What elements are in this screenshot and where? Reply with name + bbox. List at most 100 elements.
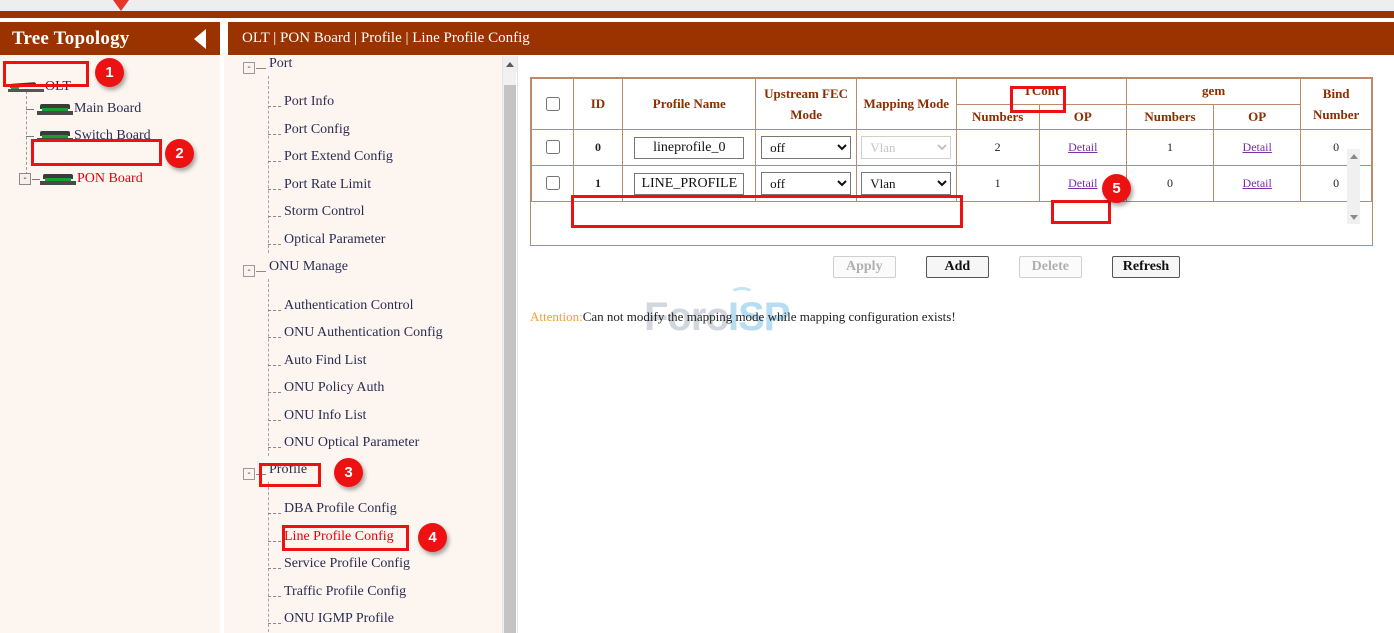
line-profile-table: ID Profile Name Upstream FEC Mode Mappin…	[531, 78, 1372, 202]
row-profile-name-cell	[623, 130, 756, 166]
menu-connector	[268, 134, 281, 135]
breadcrumb: OLT | PON Board | Profile | Line Profile…	[242, 30, 530, 47]
refresh-button[interactable]: Refresh	[1112, 256, 1180, 278]
menu-item-onu-optical-parameter[interactable]: ONU Optical Parameter	[284, 435, 419, 451]
menu-scroll-up-button[interactable]	[503, 56, 517, 72]
tree-item-label: Main Board	[74, 101, 141, 117]
menu-expander-profile[interactable]: -	[243, 468, 255, 480]
menu-connector	[268, 513, 281, 514]
tree-topology-body: OLT Main Board Switch Board -	[0, 55, 220, 633]
menu-item-storm-control[interactable]: Storm Control	[284, 204, 365, 220]
table-scrollbar[interactable]	[1347, 149, 1360, 224]
tree-item-olt[interactable]: OLT	[8, 77, 71, 97]
upstream-fec-line1: Upstream FEC	[764, 86, 848, 101]
triangle-left-icon[interactable]	[194, 29, 206, 49]
menu-scrollbar[interactable]	[502, 56, 516, 633]
row-tcont-op-cell: Detail	[1039, 130, 1126, 166]
menu-connector	[268, 392, 281, 393]
red-arrow-down-icon	[113, 0, 129, 11]
menu-group-profile[interactable]: Profile	[269, 462, 307, 478]
tcont-detail-link[interactable]: Detail	[1068, 176, 1097, 190]
table-row: 1 off Vlan	[532, 166, 1372, 202]
menu-connector	[268, 568, 281, 569]
tree-item-switch-board[interactable]: Switch Board	[37, 126, 151, 146]
mapping-mode-select[interactable]: Vlan	[861, 136, 951, 159]
mapping-mode-select[interactable]: Vlan	[861, 172, 951, 195]
tree-trunk-line	[26, 91, 27, 175]
breadcrumb-bar: OLT | PON Board | Profile | Line Profile…	[228, 22, 1394, 55]
menu-expander-onu-manage[interactable]: -	[243, 265, 255, 277]
table-scroll-down-button[interactable]	[1347, 211, 1360, 223]
menu-scrollbar-thumb[interactable]	[504, 85, 516, 633]
menu-item-optical-parameter[interactable]: Optical Parameter	[284, 232, 385, 248]
tree-expander-pon-board[interactable]: -	[19, 173, 31, 185]
upstream-fec-select[interactable]: off	[761, 136, 851, 159]
menu-item-onu-igmp-profile[interactable]: ONU IGMP Profile	[284, 611, 394, 627]
tree-connector	[26, 136, 34, 137]
menu-item-port-rate-limit[interactable]: Port Rate Limit	[284, 177, 371, 193]
profile-name-input[interactable]	[634, 137, 744, 159]
row-tcont-op-cell: Detail	[1039, 166, 1126, 202]
navigation-menu-panel: - Port Port Info Port Config Port Extend…	[224, 56, 514, 633]
menu-connector	[268, 447, 281, 448]
id-header: ID	[573, 79, 623, 130]
table-scroll-up-button[interactable]	[1347, 150, 1360, 162]
delete-button[interactable]: Delete	[1019, 256, 1082, 278]
gem-detail-link[interactable]: Detail	[1243, 176, 1272, 190]
menu-item-line-profile-config[interactable]: Line Profile Config	[284, 529, 394, 545]
menu-item-port-config[interactable]: Port Config	[284, 122, 350, 138]
row-fec-cell: off	[756, 130, 857, 166]
line-profile-table-container: ID Profile Name Upstream FEC Mode Mappin…	[530, 77, 1373, 246]
menu-item-port-extend-config[interactable]: Port Extend Config	[284, 149, 393, 165]
main-content: ID Profile Name Upstream FEC Mode Mappin…	[518, 56, 1394, 633]
tree-item-pon-board[interactable]: PON Board	[40, 169, 143, 189]
menu-vertical-line	[268, 279, 269, 456]
wifi-arc-icon	[730, 287, 754, 301]
row-checkbox[interactable]	[546, 176, 560, 190]
triangle-up-icon	[506, 62, 514, 67]
tcont-detail-link[interactable]: Detail	[1068, 140, 1097, 154]
menu-vertical-line	[268, 76, 269, 253]
menu-group-port[interactable]: Port	[269, 56, 292, 72]
upstream-fec-select[interactable]: off	[761, 172, 851, 195]
action-button-row: Apply Add Delete Refresh	[530, 256, 1373, 278]
menu-item-authentication-control[interactable]: Authentication Control	[284, 298, 413, 314]
menu-item-service-profile-config[interactable]: Service Profile Config	[284, 556, 410, 572]
menu-item-onu-authentication-config[interactable]: ONU Authentication Config	[284, 325, 443, 341]
top-strip-background	[0, 0, 1394, 11]
board-device-icon	[37, 104, 73, 115]
menu-item-auto-find-list[interactable]: Auto Find List	[284, 353, 366, 369]
menu-connector	[256, 68, 266, 69]
menu-item-traffic-profile-config[interactable]: Traffic Profile Config	[284, 584, 406, 600]
tree-topology-panel: Tree Topology OLT Main Board	[0, 22, 222, 633]
menu-item-port-info[interactable]: Port Info	[284, 94, 334, 110]
menu-item-onu-policy-auth[interactable]: ONU Policy Auth	[284, 380, 384, 396]
gem-op-header: OP	[1214, 104, 1301, 130]
gem-detail-link[interactable]: Detail	[1243, 140, 1272, 154]
add-button[interactable]: Add	[926, 256, 989, 278]
menu-group-onu-manage[interactable]: ONU Manage	[269, 259, 348, 275]
row-gem-op-cell: Detail	[1214, 166, 1301, 202]
mapping-mode-header: Mapping Mode	[856, 79, 956, 130]
row-checkbox[interactable]	[546, 140, 560, 154]
row-id: 1	[573, 166, 623, 202]
attention-text: Can not modify the mapping mode while ma…	[583, 309, 956, 324]
menu-item-dba-profile-config[interactable]: DBA Profile Config	[284, 501, 397, 517]
menu-item-onu-info-list[interactable]: ONU Info List	[284, 408, 366, 424]
table-row: 0 off Vlan	[532, 130, 1372, 166]
menu-expander-port[interactable]: -	[243, 62, 255, 74]
profile-name-input[interactable]	[634, 173, 744, 195]
tree-item-label: Switch Board	[74, 128, 151, 144]
menu-connector	[268, 106, 281, 107]
row-profile-name-cell	[623, 166, 756, 202]
olt-device-icon	[8, 82, 44, 92]
apply-button[interactable]: Apply	[833, 256, 896, 278]
select-all-checkbox[interactable]	[546, 97, 560, 111]
menu-connector	[268, 216, 281, 217]
top-accent-bar	[0, 11, 1394, 18]
tree-item-main-board[interactable]: Main Board	[37, 99, 141, 119]
tcont-op-header: OP	[1039, 104, 1126, 130]
menu-vertical-line	[268, 482, 269, 632]
row-fec-cell: off	[756, 166, 857, 202]
menu-connector	[268, 244, 281, 245]
